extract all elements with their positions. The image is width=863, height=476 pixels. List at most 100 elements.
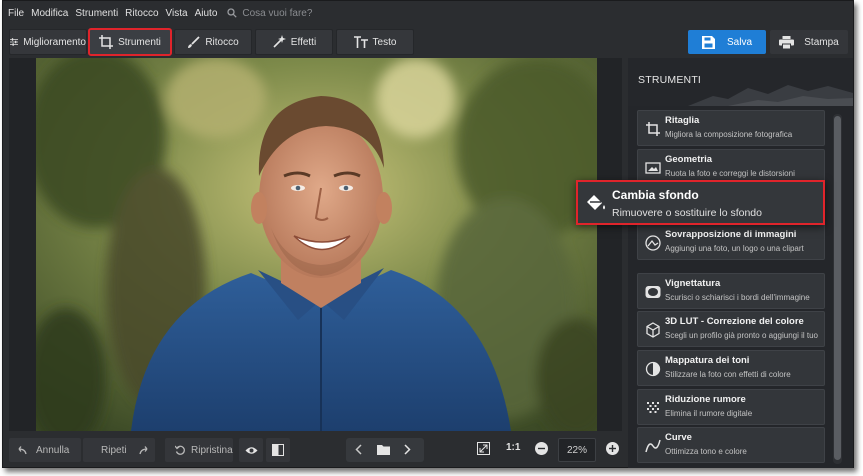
menu-search[interactable]: Cosa vuoi fare? — [227, 8, 312, 19]
tool-title: Cambia sfondo — [612, 188, 699, 202]
restore-icon — [175, 445, 185, 455]
panel-title: STRUMENTI — [638, 74, 702, 86]
tool-ritaglia[interactable]: Ritaglia Migliora la composizione fotogr… — [637, 110, 825, 146]
print-label: Stampa — [804, 36, 839, 48]
save-button[interactable]: Salva — [688, 30, 766, 54]
undo-button[interactable]: Annulla — [9, 438, 81, 462]
menu-ritocco[interactable]: Ritocco — [125, 8, 158, 19]
tab-ritocco[interactable]: Ritocco — [174, 29, 252, 55]
scrollbar-thumb[interactable] — [834, 116, 841, 460]
app-window: File Modifica Strumenti Ritocco Vista Ai… — [2, 0, 854, 468]
photo-portrait — [36, 58, 597, 431]
search-icon — [227, 8, 238, 18]
restore-label: Ripristina — [191, 444, 233, 456]
tool-3d-lut[interactable]: 3D LUT - Correzione del colore Scegli un… — [637, 311, 825, 347]
tab-testo[interactable]: Testo — [336, 29, 414, 55]
undo-label: Annulla — [36, 444, 70, 456]
tab-effetti[interactable]: Effetti — [255, 29, 333, 55]
noise-reduction-icon — [647, 402, 659, 413]
portrait-photo-image — [36, 58, 597, 431]
tool-curve[interactable]: Curve Ottimizza tono e colore — [637, 427, 825, 463]
search-placeholder: Cosa vuoi fare? — [242, 7, 313, 19]
folder-icon[interactable] — [377, 444, 390, 458]
tool-title: Curve — [665, 432, 692, 443]
redo-icon — [138, 445, 148, 454]
tool-title: Geometria — [665, 154, 712, 165]
save-label: Salva — [726, 36, 752, 48]
sliders-icon — [10, 38, 19, 46]
tab-miglioramento[interactable]: Miglioramento — [9, 29, 87, 55]
menu-vista[interactable]: Vista — [166, 8, 188, 19]
bottom-bar: Annulla Ripeti Ripristina 1:1 22% — [3, 433, 628, 467]
chevron-right-icon[interactable] — [404, 444, 411, 458]
undo-icon — [18, 445, 27, 454]
menu-strumenti[interactable]: Strumenti — [75, 8, 118, 19]
tools-panel: STRUMENTI Ritaglia Migliora la composizi… — [628, 58, 853, 468]
tone-mapping-icon — [645, 361, 661, 377]
crop-icon — [646, 122, 660, 136]
tool-desc: Stilizzare la foto con effetti di colore — [665, 370, 791, 379]
image-navigation — [346, 438, 424, 462]
restore-button[interactable]: Ripristina — [165, 438, 233, 462]
redo-button[interactable]: Ripeti — [83, 438, 155, 462]
zoom-level[interactable]: 22% — [558, 438, 596, 462]
menu-file[interactable]: File — [8, 8, 24, 19]
zoom-in-icon[interactable] — [606, 442, 619, 458]
eye-icon — [245, 446, 257, 454]
tool-desc: Ruota la foto e correggi le distorsioni — [665, 169, 795, 178]
compare-button[interactable] — [266, 438, 290, 462]
tab-label: Miglioramento — [23, 36, 86, 48]
tab-label: Strumenti — [118, 36, 161, 48]
magic-wand-icon — [273, 35, 286, 48]
image-canvas[interactable] — [9, 58, 622, 431]
tool-vignettatura[interactable]: Vignettatura Scurisci o schiarisci i bor… — [637, 273, 825, 309]
lut-icon — [646, 322, 660, 338]
tool-cambia-sfondo[interactable]: Cambia sfondo Rimuovere o sostituire lo … — [576, 180, 825, 225]
overlay-icon — [645, 235, 661, 251]
menu-modifica[interactable]: Modifica — [31, 8, 68, 19]
tool-desc: Rimuovere o sostituire lo sfondo — [612, 207, 762, 219]
print-button[interactable]: Stampa — [770, 30, 848, 54]
tab-label: Ritocco — [205, 36, 239, 48]
tool-title: 3D LUT - Correzione del colore — [665, 316, 804, 327]
tool-mappatura-toni[interactable]: Mappatura dei toni Stilizzare la foto co… — [637, 350, 825, 386]
preview-eye-button[interactable] — [239, 438, 263, 462]
tool-desc: Scegli un profilo già pronto o aggiungi … — [665, 331, 818, 340]
zoom-out-icon[interactable] — [535, 442, 548, 458]
toolbar: Miglioramento Strumenti Ritocco Effetti — [3, 25, 853, 58]
menu-bar: File Modifica Strumenti Ritocco Vista Ai… — [3, 1, 853, 25]
tool-desc: Scurisci o schiarisci i bordi dell'immag… — [665, 293, 810, 302]
panel-header: STRUMENTI — [628, 58, 853, 106]
tool-desc: Ottimizza tono e colore — [665, 447, 747, 456]
tab-strumenti[interactable]: Strumenti — [88, 28, 172, 56]
panel-scrollbar[interactable] — [833, 114, 842, 464]
zoom-1to1-button[interactable]: 1:1 — [506, 442, 520, 453]
brush-icon — [188, 35, 200, 48]
floppy-disk-icon — [701, 35, 715, 49]
tool-title: Mappatura dei toni — [665, 355, 750, 366]
crop-icon — [99, 35, 114, 49]
zoom-value: 22% — [566, 444, 587, 456]
tool-title: Riduzione rumore — [665, 394, 746, 405]
curve-icon — [645, 439, 661, 453]
tab-label: Effetti — [290, 36, 317, 48]
menu-aiuto[interactable]: Aiuto — [195, 8, 218, 19]
text-icon — [353, 36, 368, 48]
compare-icon — [272, 444, 284, 456]
redo-label: Ripeti — [101, 444, 127, 456]
printer-icon — [779, 35, 795, 49]
paint-bucket-icon — [587, 195, 605, 210]
chevron-left-icon[interactable] — [355, 444, 362, 458]
tool-desc: Elimina il rumore digitale — [665, 409, 753, 418]
tool-title: Ritaglia — [665, 115, 700, 126]
tool-title: Sovrapposizione di immagini — [665, 229, 797, 240]
tool-sovrapposizione[interactable]: Sovrapposizione di immagini Aggiungi una… — [637, 224, 825, 260]
tool-desc: Migliora la composizione fotografica — [665, 130, 793, 139]
tab-label: Testo — [372, 36, 397, 48]
image-geometry-icon — [645, 162, 661, 174]
tool-title: Vignettatura — [665, 278, 721, 289]
fit-screen-icon[interactable] — [477, 442, 490, 458]
tool-riduzione-rumore[interactable]: Riduzione rumore Elimina il rumore digit… — [637, 389, 825, 425]
tool-desc: Aggiungi una foto, un logo o una clipart — [665, 244, 804, 253]
vignette-icon — [645, 286, 661, 298]
